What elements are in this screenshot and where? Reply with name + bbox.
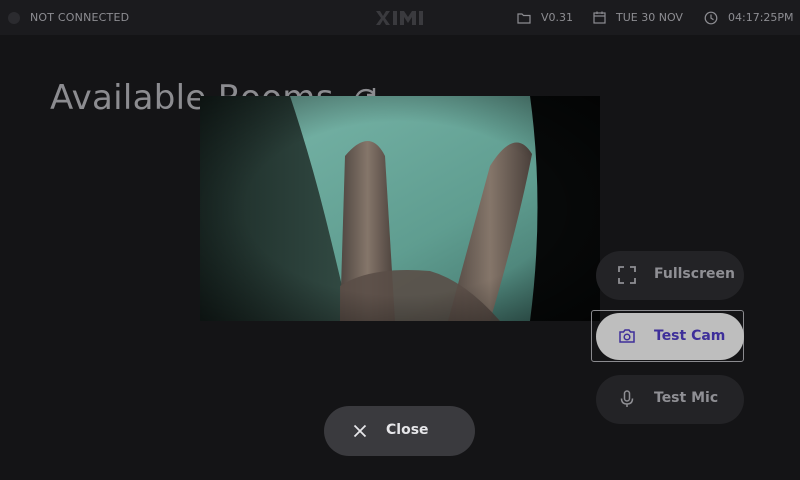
top-bar: NOT CONNECTED V0.31 TUE 30 NOV 04:17:25P… (0, 0, 800, 35)
camera-icon (619, 329, 635, 343)
connection-status-text: NOT CONNECTED (30, 11, 130, 24)
date-info: TUE 30 NOV (593, 0, 683, 35)
test-cam-button[interactable]: Test Cam (596, 313, 744, 360)
clock-icon (704, 11, 718, 24)
connection-status: NOT CONNECTED (8, 0, 129, 35)
date-text: TUE 30 NOV (616, 11, 683, 24)
test-mic-button[interactable]: Test Mic (596, 375, 744, 424)
microphone-icon (620, 390, 634, 407)
version-info: V0.31 (517, 0, 573, 35)
status-dot-icon (8, 11, 20, 24)
test-cam-label: Test Cam (654, 328, 726, 344)
ximi-logo (376, 11, 423, 25)
close-button[interactable]: Close (324, 406, 475, 456)
folder-icon (517, 12, 531, 24)
calendar-icon (593, 11, 606, 24)
camera-preview (200, 96, 600, 321)
close-label: Close (386, 422, 429, 438)
fullscreen-label: Fullscreen (654, 266, 735, 282)
close-icon (353, 424, 367, 438)
camera-feed-image (200, 96, 600, 321)
version-text: V0.31 (541, 11, 574, 24)
time-text: 04:17:25PM (728, 11, 794, 24)
time-info: 04:17:25PM (704, 0, 794, 35)
test-mic-label: Test Mic (654, 390, 719, 406)
fullscreen-icon (618, 266, 636, 284)
fullscreen-button[interactable]: Fullscreen (596, 251, 744, 300)
